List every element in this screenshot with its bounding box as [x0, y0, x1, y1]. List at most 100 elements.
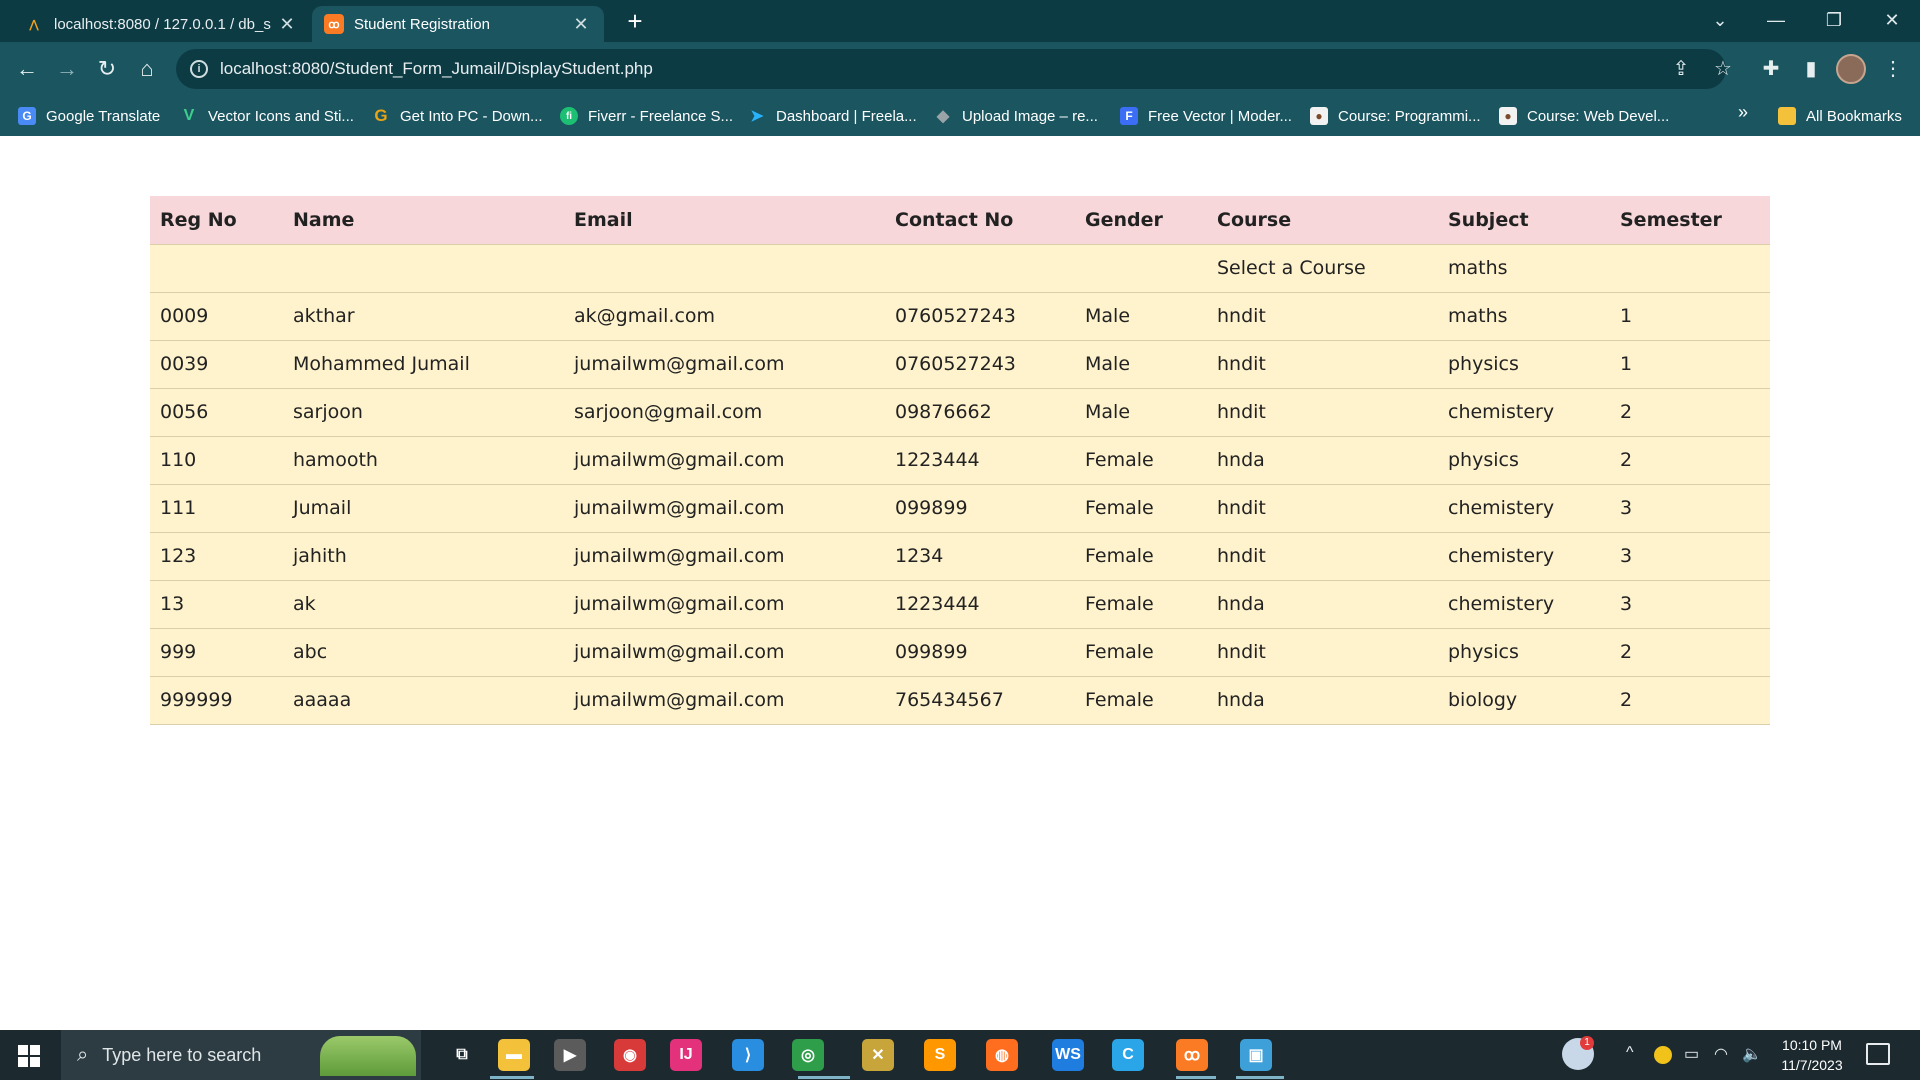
- menu-kebab-icon[interactable]: ⋮: [1876, 52, 1910, 86]
- all-bookmarks-button[interactable]: All Bookmarks: [1778, 104, 1902, 128]
- table-body: Select a Course maths 0009 akthar ak@gmail.c…: [150, 243, 1770, 725]
- forward-button[interactable]: →: [50, 52, 84, 86]
- more-bookmarks-button[interactable]: »: [1738, 102, 1748, 123]
- cell-semester: 3: [1610, 531, 1770, 580]
- update-status-icon[interactable]: [1654, 1046, 1672, 1064]
- close-icon[interactable]: ✕: [570, 14, 592, 35]
- active-app-indicator: [798, 1076, 850, 1079]
- browser-toolbar: ← → ↻ ⌂ i localhost:8080/Student_Form_Ju…: [0, 42, 1920, 96]
- file-explorer-icon[interactable]: ▬: [498, 1039, 530, 1071]
- side-panel-icon[interactable]: ▮: [1794, 52, 1828, 86]
- screen-recorder-icon[interactable]: ◉: [614, 1039, 646, 1071]
- cell-gender: Female: [1075, 435, 1207, 484]
- bookmark-course-web[interactable]: ● Course: Web Devel...: [1499, 104, 1669, 128]
- search-placeholder: Type here to search: [102, 1044, 262, 1065]
- share-icon[interactable]: ⇪: [1664, 52, 1698, 86]
- taskbar-clock[interactable]: 10:10 PM 11/7/2023: [1772, 1035, 1852, 1075]
- back-button[interactable]: ←: [10, 52, 44, 86]
- cell-course: hndit: [1207, 339, 1438, 388]
- cell-reg-no: 123: [150, 531, 283, 580]
- cell-subject: chemistery: [1438, 387, 1610, 436]
- bookmark-freepik[interactable]: F Free Vector | Moder...: [1120, 104, 1292, 128]
- cell-reg-no: 0039: [150, 339, 283, 388]
- bookmark-label: Vector Icons and Sti...: [208, 107, 354, 125]
- tools-icon[interactable]: ✕: [862, 1039, 894, 1071]
- intellij-icon[interactable]: IJ: [670, 1039, 702, 1071]
- home-button[interactable]: ⌂: [130, 52, 164, 86]
- close-window-button[interactable]: ✕: [1864, 0, 1920, 40]
- windows-taskbar: ⌕ Type here to search ⧉ ▬ ▶ ◉ IJ ⟩ ◎ ✕ S ◍ WS Cꝏ ▣ 1…: [0, 1030, 1920, 1080]
- tab-student-registration[interactable]: ꝏ Student Registration ✕: [312, 6, 604, 42]
- bookmark-label: Course: Programmi...: [1338, 107, 1481, 125]
- column-header-gender: Gender: [1075, 196, 1207, 244]
- media-player-icon[interactable]: ▶: [554, 1039, 586, 1071]
- table-row: 0009 akthar ak@gmail.com 0760527243 Male hndi…: [150, 291, 1770, 340]
- bookmark-freelancer[interactable]: ➤ Dashboard | Freela...: [748, 104, 916, 128]
- vscode-icon[interactable]: ⟩: [732, 1039, 764, 1071]
- wifi-icon[interactable]: ◠: [1714, 1044, 1728, 1064]
- tab-phpmyadmin[interactable]: ⋀ localhost:8080 / 127.0.0.1 / db_s ✕: [12, 6, 310, 42]
- webstorm-icon[interactable]: WS: [1052, 1039, 1084, 1071]
- column-header-reg-no: Reg No: [150, 196, 283, 244]
- cell-email: jumailwm@gmail.com: [564, 675, 885, 725]
- task-view-icon[interactable]: ⧉: [446, 1039, 478, 1071]
- bookmark-star-icon[interactable]: ☆: [1706, 52, 1740, 86]
- address-bar[interactable]: i localhost:8080/Student_Form_Jumail/Dis…: [176, 49, 1726, 89]
- cell-semester: 3: [1610, 579, 1770, 628]
- cell-course: hndit: [1207, 627, 1438, 676]
- profile-avatar[interactable]: [1836, 54, 1866, 84]
- table-row: 999 abc jumailwm@gmail.com 099899 Female hndi…: [150, 627, 1770, 676]
- close-icon[interactable]: ✕: [276, 14, 298, 35]
- bookmark-label: Course: Web Devel...: [1527, 107, 1670, 125]
- search-icon: ⌕: [77, 1043, 89, 1066]
- address-url[interactable]: localhost:8080/Student_Form_Jumail/Displ…: [220, 59, 653, 79]
- firefox-icon[interactable]: ◍: [986, 1039, 1018, 1071]
- cell-name: abc: [283, 627, 564, 676]
- restore-button[interactable]: ❐: [1806, 0, 1862, 40]
- bookmark-upload-image[interactable]: ◆ Upload Image – re...: [934, 104, 1098, 128]
- fiverr-icon: fi: [560, 107, 578, 125]
- weather-badge: 1: [1580, 1036, 1594, 1050]
- tab-search-chevron-icon[interactable]: ⌄: [1692, 0, 1748, 40]
- cell-subject: maths: [1438, 243, 1610, 292]
- show-hidden-icons-icon[interactable]: ^: [1626, 1044, 1634, 1062]
- battery-icon[interactable]: ▭: [1684, 1044, 1699, 1064]
- column-header-contact-no: Contact No: [885, 196, 1075, 244]
- bookmark-getintopc[interactable]: G Get Into PC - Down...: [372, 104, 542, 128]
- cell-subject: physics: [1438, 627, 1610, 676]
- windows-start-button[interactable]: [18, 1045, 40, 1067]
- volume-icon[interactable]: 🔈: [1742, 1044, 1762, 1064]
- column-header-semester: Semester: [1610, 196, 1770, 244]
- cell-name: aaaaa: [283, 675, 564, 725]
- bookmark-google-translate[interactable]: G Google Translate: [18, 104, 160, 128]
- bookmark-course-programming[interactable]: ● Course: Programmi...: [1310, 104, 1481, 128]
- cell-contact-no: 765434567: [885, 675, 1075, 725]
- extensions-icon[interactable]: ✚: [1754, 52, 1788, 86]
- cell-email: jumailwm@gmail.com: [564, 339, 885, 388]
- table-row: 999999 aaaaa jumailwm@gmail.com 765434567 Fe…: [150, 675, 1770, 725]
- ccleaner-icon[interactable]: C: [1112, 1039, 1144, 1071]
- cell-subject: physics: [1438, 435, 1610, 484]
- site-info-icon[interactable]: i: [190, 60, 208, 78]
- xampp-icon[interactable]: ꝏ: [1176, 1039, 1208, 1071]
- bookmark-label: Google Translate: [46, 107, 161, 125]
- cell-email: jumailwm@gmail.com: [564, 579, 885, 628]
- new-tab-button[interactable]: +: [618, 8, 652, 36]
- remote-desktop-icon[interactable]: ▣: [1240, 1039, 1272, 1071]
- sublime-text-icon[interactable]: S: [924, 1039, 956, 1071]
- notifications-icon[interactable]: [1866, 1043, 1890, 1065]
- column-header-name: Name: [283, 196, 564, 244]
- cell-semester: 2: [1610, 627, 1770, 676]
- cell-course: hnda: [1207, 579, 1438, 628]
- cell-email: ak@gmail.com: [564, 291, 885, 340]
- cell-reg-no: [150, 243, 283, 292]
- table-row: 111 Jumail jumailwm@gmail.com 099899 Female h…: [150, 483, 1770, 532]
- cell-contact-no: 0760527243: [885, 291, 1075, 340]
- bookmark-vector-icons[interactable]: V Vector Icons and Sti...: [180, 104, 354, 128]
- chrome-icon[interactable]: ◎: [792, 1039, 824, 1071]
- bookmark-fiverr[interactable]: fi Fiverr - Freelance S...: [560, 104, 733, 128]
- cell-semester: 2: [1610, 387, 1770, 436]
- reload-button[interactable]: ↻: [90, 52, 124, 86]
- minimize-button[interactable]: —: [1748, 0, 1804, 40]
- upload-image-icon: ◆: [936, 108, 950, 125]
